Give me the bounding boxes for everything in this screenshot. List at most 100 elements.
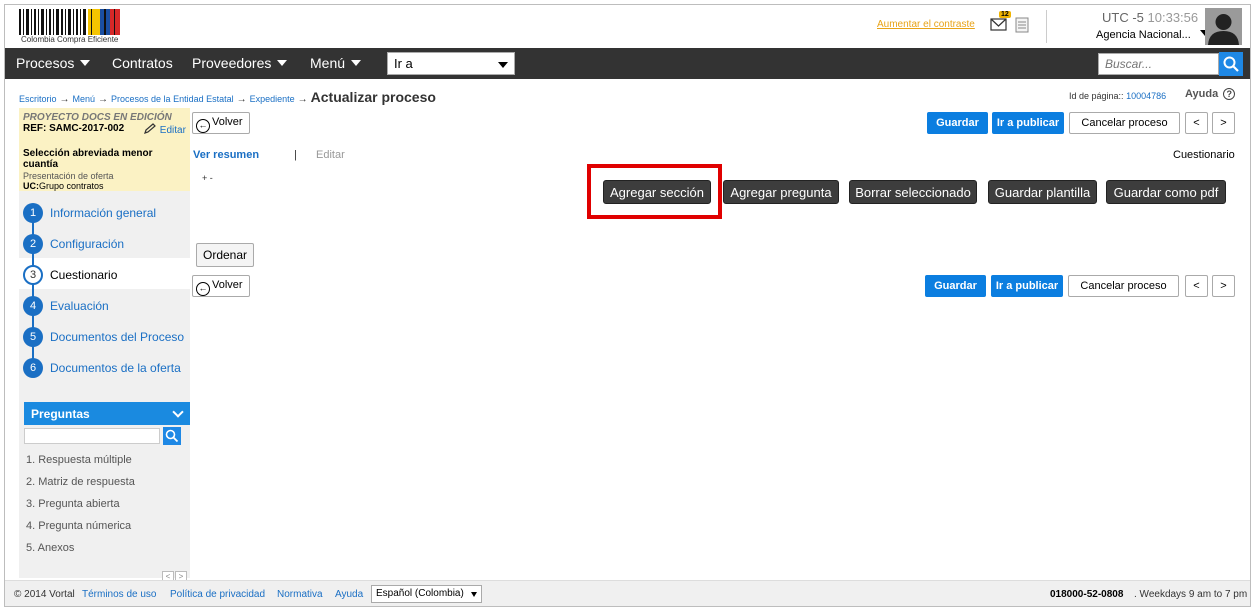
prev-button-bottom[interactable]: < [1185, 275, 1208, 297]
cancel-process-button-bottom[interactable]: Cancelar proceso [1068, 275, 1179, 297]
prev-button-top[interactable]: < [1185, 112, 1208, 134]
search-input[interactable] [1098, 53, 1219, 75]
nav-procesos[interactable]: Procesos [16, 55, 91, 71]
main-navbar: Procesos Contratos Proveedores Menú Ir a [5, 48, 1250, 79]
nav-menu[interactable]: Menú [310, 55, 362, 71]
questions-panel: Preguntas 1. Respuesta múltiple 2. Matri… [24, 402, 190, 559]
user-silhouette-icon [1205, 8, 1242, 45]
clock: UTC -5 10:33:56 [1102, 10, 1198, 25]
step-cuestionario[interactable]: 3 Cuestionario [19, 258, 190, 289]
back-button-label: Volver [212, 279, 243, 291]
tab-editar: Editar [316, 149, 345, 161]
question-type-item[interactable]: 3. Pregunta abierta [24, 493, 190, 515]
agency-selector[interactable]: Agencia Nacional... [1096, 29, 1210, 41]
step-configuracion[interactable]: 2 Configuración [19, 227, 190, 258]
step-informacion-general[interactable]: 1 Información general [19, 196, 190, 227]
step-label: Evaluación [50, 299, 109, 313]
step-label: Información general [50, 206, 157, 220]
nav-proveedores[interactable]: Proveedores [192, 55, 288, 71]
next-button-top[interactable]: > [1212, 112, 1235, 134]
arrow-right-icon: → [297, 94, 308, 105]
clock-time: 10:33:56 [1147, 10, 1199, 25]
footer-link-normativa[interactable]: Normativa [277, 589, 323, 600]
next-button-bottom[interactable]: > [1212, 275, 1235, 297]
help-link[interactable]: Ayuda ? [1185, 88, 1236, 100]
expand-collapse-toggle[interactable]: + - [202, 173, 213, 183]
goto-select[interactable]: Ir a [387, 52, 515, 75]
question-type-item[interactable]: 5. Anexos [24, 537, 190, 559]
publish-button-top[interactable]: Ir a publicar [992, 112, 1064, 134]
search-icon [1223, 56, 1239, 72]
questions-search-input[interactable] [24, 428, 160, 444]
footer-link-privacidad[interactable]: Política de privacidad [170, 589, 265, 600]
questions-search [24, 427, 190, 449]
step-number: 6 [23, 358, 43, 378]
support-hours: . Weekdays 9 am to 7 pm [1134, 589, 1248, 600]
questions-panel-title: Preguntas [31, 407, 90, 421]
breadcrumb-expediente[interactable]: Expediente [250, 94, 295, 104]
step-label: Documentos de la oferta [50, 361, 181, 375]
question-type-item[interactable]: 4. Pregunta númerica [24, 515, 190, 537]
publish-button-bottom[interactable]: Ir a publicar [991, 275, 1063, 297]
mail-icon[interactable] [990, 17, 1008, 31]
app-window: Colombia Compra Eficiente Aumentar el co… [4, 4, 1251, 607]
chevron-down-icon [351, 60, 362, 66]
copyright: © 2014 Vortal [14, 589, 75, 600]
add-question-button[interactable]: Agregar pregunta [723, 180, 839, 204]
tab-ver-resumen[interactable]: Ver resumen [193, 149, 259, 161]
questions-panel-header[interactable]: Preguntas [24, 402, 190, 425]
step-documentos-oferta[interactable]: 6 Documentos de la oferta [19, 351, 190, 382]
breadcrumb-menu[interactable]: Menú [73, 94, 96, 104]
search-icon [165, 429, 179, 443]
avatar[interactable] [1205, 8, 1242, 45]
cancel-process-button-top[interactable]: Cancelar proceso [1069, 112, 1180, 134]
save-pdf-button[interactable]: Guardar como pdf [1106, 180, 1226, 204]
save-template-button[interactable]: Guardar plantilla [988, 180, 1097, 204]
logo[interactable]: Colombia Compra Eficiente [15, 9, 125, 45]
delete-selected-button[interactable]: Borrar seleccionado [849, 180, 977, 204]
footer-link-ayuda[interactable]: Ayuda [335, 589, 363, 600]
sort-button[interactable]: Ordenar [196, 243, 254, 267]
breadcrumb-procesos[interactable]: Procesos de la Entidad Estatal [111, 94, 234, 104]
step-documentos-proceso[interactable]: 5 Documentos del Proceso [19, 320, 190, 351]
arrow-right-icon: → [59, 94, 70, 105]
step-number: 4 [23, 296, 43, 316]
contrast-link[interactable]: Aumentar el contraste [877, 19, 975, 30]
save-button-top[interactable]: Guardar [927, 112, 988, 134]
project-phase: Presentación de oferta [23, 171, 114, 181]
save-button-bottom[interactable]: Guardar [925, 275, 986, 297]
question-type-item[interactable]: 1. Respuesta múltiple [24, 449, 190, 471]
project-edit-link[interactable]: Editar [143, 123, 186, 136]
logo-text: Colombia Compra Eficiente [21, 35, 119, 44]
header-divider [1046, 10, 1047, 43]
question-type-item[interactable]: 2. Matriz de respuesta [24, 471, 190, 493]
nav-contratos[interactable]: Contratos [112, 55, 173, 71]
logo-barcode-icon [19, 9, 120, 35]
nav-procesos-label: Procesos [16, 55, 75, 71]
step-number: 3 [23, 265, 43, 285]
arrow-right-icon: → [236, 94, 247, 105]
back-button-top[interactable]: ← Volver [192, 112, 250, 134]
add-section-button[interactable]: Agregar sección [603, 180, 711, 204]
sidebar: PROYECTO DOCS EN EDICIÓN REF: SAMC-2017-… [19, 108, 190, 583]
chevron-down-icon [471, 592, 477, 597]
page-title: Actualizar proceso [310, 89, 436, 105]
footer: © 2014 Vortal Términos de uso Política d… [5, 580, 1250, 606]
back-button-bottom[interactable]: ← Volver [192, 275, 250, 297]
document-icon[interactable] [1015, 17, 1029, 33]
wizard-steps: 1 Información general 2 Configuración 3 … [19, 196, 190, 382]
questions-search-button[interactable] [163, 427, 181, 445]
nav-contratos-label: Contratos [112, 55, 173, 71]
agency-label: Agencia Nacional... [1096, 29, 1191, 41]
step-number: 1 [23, 203, 43, 223]
breadcrumb-escritorio[interactable]: Escritorio [19, 94, 57, 104]
project-ref: REF: SAMC-2017-002 [23, 123, 125, 134]
search-button[interactable] [1219, 52, 1243, 76]
arrow-right-icon: → [98, 94, 109, 105]
step-evaluacion[interactable]: 4 Evaluación [19, 289, 190, 320]
project-type: Selección abreviada menor cuantía [23, 148, 153, 170]
footer-link-terminos[interactable]: Términos de uso [82, 589, 156, 600]
language-select-value: Español (Colombia) [376, 588, 464, 599]
language-select[interactable]: Español (Colombia) [371, 585, 482, 603]
mail-count-badge: 12 [999, 11, 1011, 18]
